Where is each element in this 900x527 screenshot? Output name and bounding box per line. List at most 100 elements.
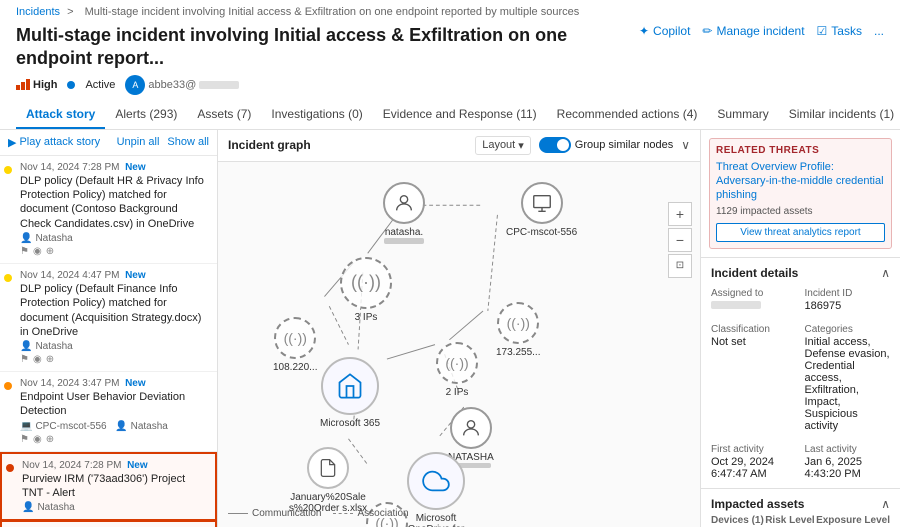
col-risk: Risk Level — [765, 515, 814, 526]
tab-investigations[interactable]: Investigations (0) — [261, 101, 372, 129]
tab-similar[interactable]: Similar incidents (1) — [779, 101, 900, 129]
tab-alerts[interactable]: Alerts (293) — [105, 101, 187, 129]
node-natasha[interactable]: natasha. — [383, 182, 425, 244]
layout-label: Layout — [482, 139, 515, 151]
incident-title: DLP policy (Default Finance Info Protect… — [20, 282, 209, 339]
classification-label: Classification — [711, 324, 797, 335]
view-threat-analytics-button[interactable]: View threat analytics report — [716, 223, 885, 242]
incident-title: Purview IRM ('73aad306') Project TNT - A… — [22, 472, 207, 501]
node-cpc[interactable]: CPC-mscot-556 — [506, 182, 577, 238]
tasks-button[interactable]: ☑ Tasks — [817, 24, 862, 38]
copilot-button[interactable]: ✦ Copilot — [639, 24, 690, 38]
threat-name[interactable]: Threat Overview Profile: Adversary-in-th… — [716, 160, 885, 203]
header-actions: ✦ Copilot ✏ Manage incident ☑ Tasks ... — [639, 24, 884, 38]
tab-assets[interactable]: Assets (7) — [187, 101, 261, 129]
assigned-to-label: Assigned to — [711, 288, 797, 299]
severity-bars — [16, 79, 30, 90]
incident-details-header[interactable]: Incident details ∧ — [701, 258, 900, 284]
col-exposure: Exposure Level — [816, 515, 890, 526]
main-content: ▶ Play attack story Unpin all Show all N… — [0, 130, 900, 527]
page-header: Multi-stage incident involving Initial a… — [0, 20, 900, 101]
node-173[interactable]: ((·)) 173.255... — [496, 302, 540, 358]
assigned-to-blur — [711, 301, 761, 309]
impacted-assets-header[interactable]: Impacted assets ∧ — [701, 489, 900, 515]
breadcrumb-parent[interactable]: Incidents — [16, 6, 60, 18]
incident-id-label: Incident ID — [805, 288, 891, 299]
node-ms365[interactable]: Microsoft 365 — [320, 357, 380, 429]
action-icon-2: ◉ — [33, 246, 42, 257]
graph-zoom-controls: + − ⊡ — [668, 202, 692, 278]
node-108[interactable]: ((·)) 108.220... — [273, 317, 317, 373]
graph-controls: Layout ▾ Group similar nodes ∨ — [475, 136, 690, 155]
node-cpc-label: CPC-mscot-556 — [506, 227, 577, 238]
zoom-reset-button[interactable]: ⊡ — [668, 254, 692, 278]
chevron-down-icon: ▾ — [518, 139, 524, 152]
node-jan-file[interactable]: January%20Sales%20Order s.xlsx — [288, 447, 368, 514]
show-all-button[interactable]: Show all — [167, 136, 209, 148]
incident-user: 👤 Natasha — [20, 233, 209, 244]
severity-dot — [6, 464, 14, 472]
list-item[interactable]: Nov 14, 2024 7:33 PM Resolved Purview IR… — [0, 520, 217, 527]
group-nodes-toggle[interactable] — [539, 137, 571, 153]
action-icon-1: ⚑ — [20, 354, 29, 365]
last-activity-label: Last activity — [805, 444, 891, 455]
incident-graph-panel: Incident graph Layout ▾ Group similar no… — [218, 130, 700, 527]
related-threats-section: RELATED THREATS Threat Overview Profile:… — [709, 138, 892, 249]
legend-association: Association — [333, 508, 408, 519]
manage-incident-button[interactable]: ✏ Manage incident — [702, 24, 804, 38]
action-icon-3: ⊕ — [46, 354, 54, 365]
severity-dot — [4, 166, 12, 174]
legend-communication-label: Communication — [252, 508, 321, 519]
unpin-all-button[interactable]: Unpin all — [117, 136, 160, 148]
graph-legend: Communication Association — [228, 508, 409, 519]
status-text: Active — [85, 79, 115, 91]
last-activity-item: Last activity Jan 6, 2025 4:43:20 PM — [805, 444, 891, 480]
list-item[interactable]: Nov 14, 2024 4:47 PM New DLP policy (Def… — [0, 264, 217, 372]
list-item[interactable]: Nov 14, 2024 3:47 PM New Endpoint User B… — [0, 372, 217, 452]
categories-item: Categories Initial access, Defense evasi… — [805, 324, 891, 432]
more-button[interactable]: ... — [874, 24, 884, 38]
right-panel: RELATED THREATS Threat Overview Profile:… — [700, 130, 900, 527]
status-dot — [67, 81, 75, 89]
action-icon-2: ◉ — [33, 354, 42, 365]
list-item[interactable]: Nov 14, 2024 7:28 PM New Purview IRM ('7… — [0, 452, 217, 522]
group-nodes-label: Group similar nodes — [575, 139, 673, 151]
avatar: A — [125, 75, 145, 95]
manage-label: Manage incident — [716, 24, 804, 38]
incident-user: 👤 Natasha — [20, 341, 209, 352]
incident-content: Nov 14, 2024 7:28 PM New Purview IRM ('7… — [10, 460, 207, 514]
assigned-to-value[interactable] — [711, 300, 797, 312]
zoom-out-button[interactable]: − — [668, 228, 692, 252]
layout-button[interactable]: Layout ▾ — [475, 136, 531, 155]
node-2ips[interactable]: ((·)) 2 IPs — [436, 342, 478, 398]
new-badge: New — [125, 378, 146, 389]
left-panel-header: ▶ Play attack story Unpin all Show all — [0, 130, 217, 156]
play-attack-story-button[interactable]: ▶ Play attack story — [8, 136, 100, 149]
classification-value: Not set — [711, 336, 797, 348]
new-badge: New — [125, 270, 146, 281]
breadcrumb-current: Multi-stage incident involving Initial a… — [85, 6, 580, 18]
incident-content: Nov 14, 2024 7:28 PM New DLP policy (Def… — [8, 162, 209, 257]
node-ms365-label: Microsoft 365 — [320, 418, 380, 429]
username: abbe33@ — [148, 79, 196, 91]
first-activity-item: First activity Oct 29, 2024 6:47:47 AM — [711, 444, 797, 480]
action-icon-2: ◉ — [33, 434, 42, 445]
graph-expand-icon[interactable]: ∨ — [681, 138, 690, 152]
tasks-label: Tasks — [831, 24, 862, 38]
assets-columns: Devices (1) Risk Level Exposure Level — [701, 515, 900, 527]
zoom-in-button[interactable]: + — [668, 202, 692, 226]
severity-bar-2 — [21, 82, 25, 90]
classification-grid: Classification Not set Categories Initia… — [701, 320, 900, 440]
list-item[interactable]: Nov 14, 2024 7:28 PM New DLP policy (Def… — [0, 156, 217, 264]
tab-evidence[interactable]: Evidence and Response (11) — [373, 101, 547, 129]
tab-summary[interactable]: Summary — [707, 101, 778, 129]
play-icon: ▶ — [8, 136, 16, 149]
tab-recommended[interactable]: Recommended actions (4) — [547, 101, 708, 129]
incident-time: Nov 14, 2024 3:47 PM New — [20, 378, 209, 389]
node-natasha-label: natasha. — [385, 227, 423, 238]
tab-attack-story[interactable]: Attack story — [16, 101, 105, 129]
user-info: A abbe33@ — [125, 75, 239, 95]
node-3ips[interactable]: ((·)) 3 IPs — [340, 257, 392, 323]
severity-label: High — [33, 79, 57, 91]
node-173-label: 173.255... — [496, 347, 540, 358]
